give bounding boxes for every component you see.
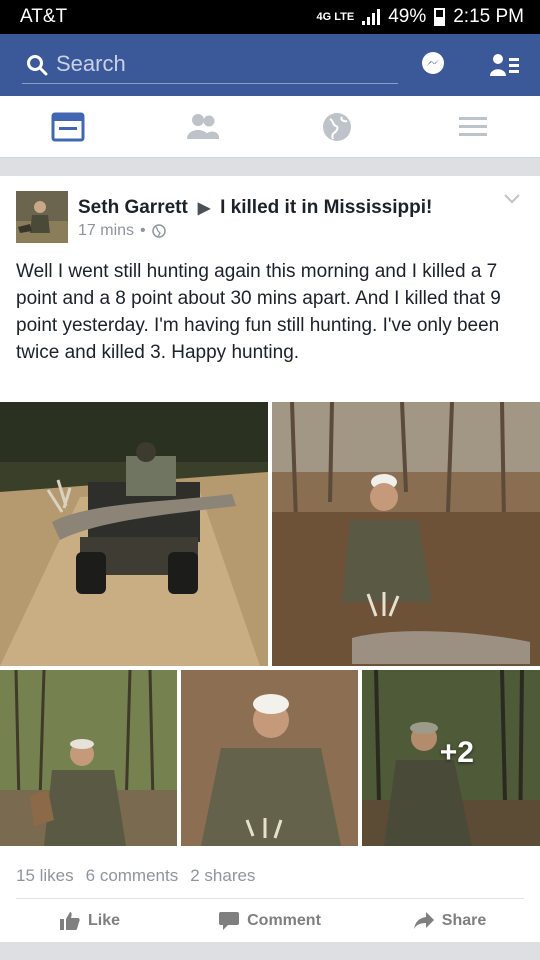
post-header: Seth Garrett ▶ I killed it in Mississipp…	[78, 197, 432, 219]
post-photo	[0, 670, 177, 846]
author-name[interactable]: Seth Garrett	[78, 197, 188, 219]
share-icon	[413, 911, 434, 929]
chevron-down-icon[interactable]	[504, 194, 520, 204]
signal-icon	[362, 9, 381, 25]
globe-icon[interactable]	[320, 111, 354, 143]
friend-requests-icon[interactable]	[490, 52, 520, 78]
comments-count[interactable]: 6 comments	[86, 866, 179, 886]
battery-percent: 49%	[388, 6, 427, 27]
battery-icon	[434, 8, 446, 26]
menu-icon[interactable]	[456, 111, 490, 143]
post-text: Well I went still hunting again this mor…	[16, 261, 501, 363]
feed-post: Seth Garrett ▶ I killed it in Mississipp…	[0, 176, 540, 942]
messenger-icon[interactable]	[420, 51, 446, 77]
post-photo	[0, 402, 268, 666]
share-label: Share	[441, 911, 487, 929]
avatar[interactable]	[16, 191, 68, 243]
share-button[interactable]: Share	[360, 899, 540, 942]
photo-more[interactable]: +2	[362, 670, 540, 846]
shares-count[interactable]: 2 shares	[190, 866, 255, 886]
post-photo	[181, 670, 358, 846]
photo-man-kneeling[interactable]	[272, 402, 540, 666]
thumbs-up-icon	[59, 911, 80, 930]
engagement-stats: 15 likes 6 comments 2 shares	[16, 866, 255, 886]
separator-dot: •	[140, 222, 146, 239]
friends-icon[interactable]	[186, 111, 220, 143]
photo-man-with-deer[interactable]	[0, 670, 177, 846]
comment-button[interactable]: Comment	[180, 899, 360, 942]
group-name[interactable]: I killed it in Mississippi!	[220, 197, 432, 219]
avatar-image	[16, 191, 68, 243]
search-icon	[27, 55, 48, 76]
post-meta: 17 mins •	[78, 222, 166, 240]
carrier-label: AT&T	[20, 6, 68, 27]
status-bar: AT&T 4G LTE 49% 2:15 PM	[0, 0, 540, 34]
like-button[interactable]: Like	[0, 899, 180, 942]
more-photos-count[interactable]: +2	[362, 670, 540, 846]
app-header	[0, 34, 540, 96]
tab-bar	[0, 96, 540, 158]
post-photo	[272, 402, 540, 666]
news-feed-icon[interactable]	[51, 111, 85, 143]
photo-man-holding-antlers[interactable]	[181, 670, 358, 846]
likes-count[interactable]: 15 likes	[16, 866, 74, 886]
comment-label: Comment	[247, 911, 321, 929]
globe-icon	[151, 224, 166, 238]
post-timestamp[interactable]: 17 mins	[78, 222, 134, 240]
search-bar[interactable]	[22, 46, 398, 84]
network-type-label: 4G LTE	[316, 11, 355, 23]
comment-icon	[219, 911, 240, 930]
clock: 2:15 PM	[453, 6, 524, 27]
arrow-right-icon: ▶	[197, 200, 211, 217]
status-indicators: 4G LTE 49% 2:15 PM	[317, 6, 525, 28]
photo-atv-deer[interactable]	[0, 402, 268, 666]
post-actions: Like Comment Share	[0, 899, 540, 942]
like-label: Like	[87, 911, 120, 929]
search-input[interactable]	[56, 50, 386, 78]
